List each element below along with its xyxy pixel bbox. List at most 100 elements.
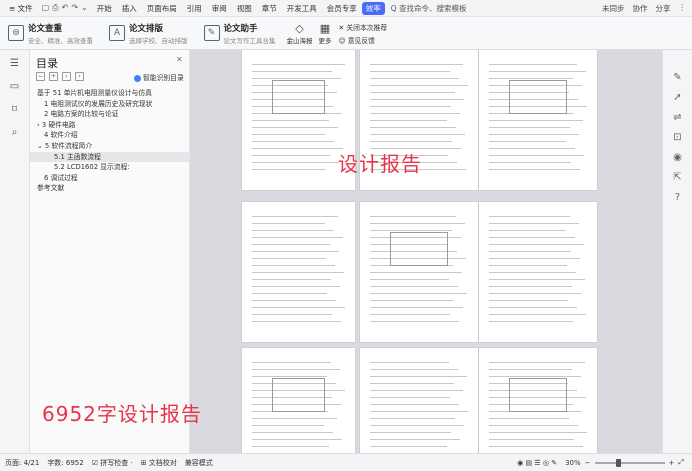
paper-check-button[interactable]: ⊜ 论文查重 安全、精准、高效查重 bbox=[0, 17, 101, 49]
zoom-in-button[interactable]: + bbox=[669, 459, 675, 467]
collaborate-button[interactable]: 协作 bbox=[633, 3, 648, 14]
level-up-icon[interactable]: ‹ bbox=[62, 72, 71, 81]
document-canvas[interactable]: 设计报告 bbox=[190, 50, 662, 453]
text-line bbox=[489, 134, 579, 135]
eye-icon[interactable]: ◉ bbox=[517, 459, 523, 467]
quick-access-toolbar: ▢ ⎙ ↶ ↷ ⌄ bbox=[38, 3, 92, 13]
redo-icon[interactable]: ↷ bbox=[71, 3, 78, 13]
page-thumbnail[interactable] bbox=[479, 50, 597, 190]
search-icon[interactable]: ⌕ bbox=[12, 127, 18, 138]
cursor-icon[interactable]: ➚ bbox=[673, 92, 681, 103]
pages-icon[interactable]: ▭ bbox=[10, 81, 19, 92]
zoom-out-button[interactable]: − bbox=[585, 459, 591, 467]
text-line bbox=[489, 425, 578, 426]
doc-proof[interactable]: ⊞ 文档校对 bbox=[141, 458, 177, 468]
dropdown-icon[interactable]: ⌄ bbox=[81, 3, 88, 13]
fit-icon[interactable]: ⤢ bbox=[678, 458, 684, 467]
command-search[interactable]: Q 查找命令、搜索模板 bbox=[391, 3, 467, 14]
text-line bbox=[489, 162, 571, 163]
text-line bbox=[252, 300, 336, 301]
tab-devtools[interactable]: 开发工具 bbox=[282, 3, 322, 14]
more-button[interactable]: ▦ 更多 bbox=[316, 22, 335, 45]
adjust-icon[interactable]: ⇌ bbox=[673, 112, 681, 123]
page-view-icon[interactable]: ▤ bbox=[525, 459, 532, 467]
save-icon[interactable]: ▢ bbox=[42, 3, 50, 13]
tab-member[interactable]: 会员专享 bbox=[322, 3, 362, 14]
text-line bbox=[370, 418, 455, 419]
tab-view[interactable]: 视图 bbox=[232, 3, 257, 14]
bookmark-icon[interactable]: ⌑ bbox=[12, 104, 17, 115]
jinshan-poster-button[interactable]: ◇ 金山海报 bbox=[284, 22, 316, 45]
text-line bbox=[370, 127, 456, 128]
sync-button[interactable]: 未同步 bbox=[602, 3, 625, 14]
text-line bbox=[489, 148, 575, 149]
toc-item[interactable]: ⌄ 5 软件流程简介 bbox=[30, 141, 190, 152]
text-line bbox=[370, 85, 468, 86]
text-line bbox=[370, 113, 460, 114]
text-line bbox=[489, 64, 577, 65]
page-thumbnail[interactable] bbox=[242, 348, 355, 453]
edit-icon[interactable]: ✎ bbox=[673, 72, 681, 83]
paper-format-button[interactable]: A 论文排版 选择学校、自动排版 bbox=[101, 17, 196, 49]
expand-icon[interactable]: + bbox=[49, 72, 58, 81]
tab-insert[interactable]: 插入 bbox=[117, 3, 142, 14]
tab-chapter[interactable]: 章节 bbox=[257, 3, 282, 14]
text-line bbox=[489, 307, 577, 308]
tab-layout[interactable]: 页面布局 bbox=[142, 3, 182, 14]
help-icon[interactable]: ? bbox=[675, 192, 680, 203]
text-line bbox=[370, 362, 449, 363]
toc-icon[interactable]: ☰ bbox=[10, 58, 19, 69]
toc-item[interactable]: 参考文献 bbox=[30, 183, 190, 194]
level-down-icon[interactable]: › bbox=[75, 72, 84, 81]
text-line bbox=[489, 155, 584, 156]
file-menu[interactable]: ≡ 文件 bbox=[4, 3, 38, 14]
undo-icon[interactable]: ↶ bbox=[62, 3, 69, 13]
tab-reference[interactable]: 引用 bbox=[182, 3, 207, 14]
outline-icon[interactable]: ☰ bbox=[534, 459, 540, 467]
zoom-slider[interactable] bbox=[594, 458, 665, 467]
page-thumbnail[interactable] bbox=[360, 202, 478, 342]
more-icon[interactable]: ⋮ bbox=[679, 3, 687, 14]
page-indicator[interactable]: 页面: 4/21 bbox=[5, 458, 39, 468]
page-thumbnail[interactable] bbox=[479, 348, 597, 453]
collapse-icon[interactable]: − bbox=[36, 72, 45, 81]
toc-item[interactable]: 5.1 主函数流程 bbox=[30, 151, 190, 163]
toc-item[interactable]: › 3 硬件电路 bbox=[30, 120, 190, 131]
word-count[interactable]: 字数: 6952 bbox=[47, 458, 83, 468]
page-thumbnail[interactable] bbox=[242, 202, 355, 342]
text-line bbox=[489, 300, 568, 301]
share-icon[interactable]: ⇱ bbox=[673, 172, 681, 183]
toc-item[interactable]: 6 调试过程 bbox=[30, 173, 190, 184]
toc-item[interactable]: 基于 51 单片机电阻测量仪设计与仿真 bbox=[30, 88, 190, 99]
format-icon[interactable]: ⊡ bbox=[673, 132, 681, 143]
smart-toc-button[interactable]: 智能识别目录 bbox=[134, 72, 184, 82]
toc-item[interactable]: 1 电阻测试仪的发展历史及研究现状 bbox=[30, 99, 190, 110]
tab-review[interactable]: 审阅 bbox=[207, 3, 232, 14]
location-icon[interactable]: ◉ bbox=[673, 152, 682, 163]
tab-start[interactable]: 开始 bbox=[92, 3, 117, 14]
toc-item[interactable]: 2 电路方案的比较与论证 bbox=[30, 109, 190, 120]
share-button[interactable]: 分享 bbox=[656, 3, 671, 14]
text-line bbox=[370, 425, 464, 426]
page-thumbnail[interactable] bbox=[360, 348, 478, 453]
close-icon[interactable]: ✕ bbox=[176, 55, 183, 64]
text-line bbox=[252, 120, 329, 121]
web-view-icon[interactable]: ◎ bbox=[543, 459, 549, 467]
pen-icon[interactable]: ✎ bbox=[551, 459, 557, 467]
close-recommendation[interactable]: ✕ 关闭本次推荐 bbox=[339, 22, 388, 32]
page-thumbnail[interactable] bbox=[479, 202, 597, 342]
text-line bbox=[252, 362, 331, 363]
tab-efficiency[interactable]: 效率 bbox=[361, 1, 385, 15]
spell-check[interactable]: ☑ 拼写检查 · bbox=[92, 458, 133, 468]
feedback-link[interactable]: ☺ 意见反馈 bbox=[339, 35, 388, 45]
text-line bbox=[370, 230, 452, 231]
toc-item[interactable]: 4 软件介绍 bbox=[30, 130, 190, 141]
text-line bbox=[252, 78, 341, 79]
zoom-knob[interactable] bbox=[615, 458, 621, 467]
text-line bbox=[489, 78, 573, 79]
text-line bbox=[489, 272, 576, 273]
print-icon[interactable]: ⎙ bbox=[52, 3, 58, 13]
toc-item[interactable]: 5.2 LCD1602 显示流程: bbox=[30, 162, 190, 173]
paper-assistant-button[interactable]: ✎ 论文助手 论文写作工具合集 bbox=[196, 17, 284, 49]
proof-icon: ⊞ bbox=[140, 458, 149, 467]
